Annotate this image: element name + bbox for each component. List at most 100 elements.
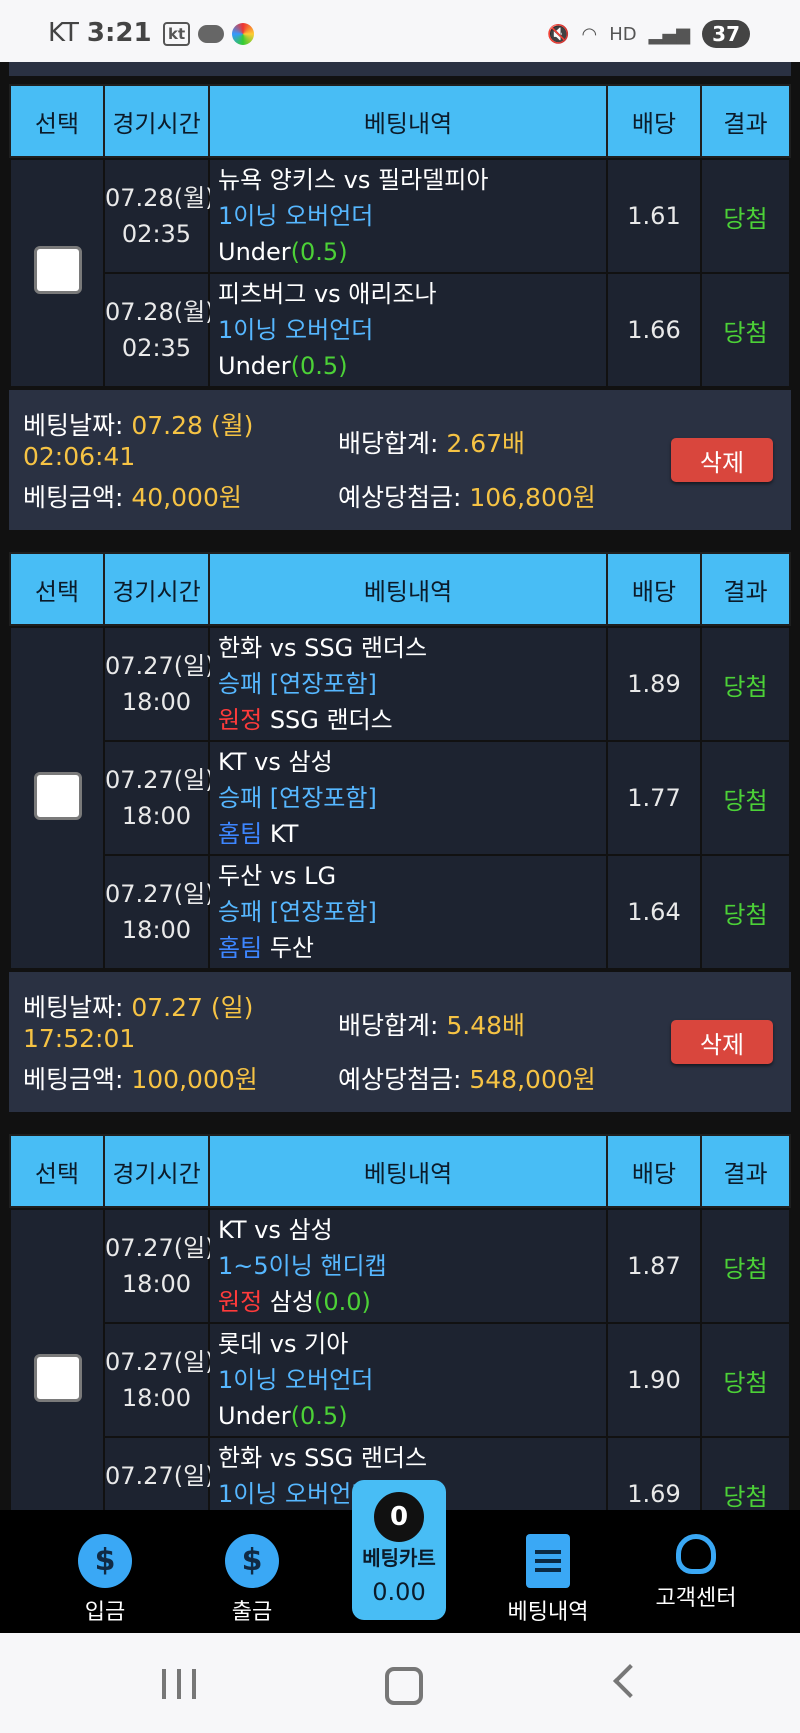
header-result: 결과 — [702, 1136, 789, 1206]
document-icon — [526, 1534, 570, 1588]
nav-support[interactable]: 고객센터 — [631, 1534, 761, 1612]
bet-detail: 뉴욕 양키스 vs 필라델피아 1이닝 오버언더 Under(0.5) — [210, 160, 606, 272]
delete-button[interactable]: 삭제 — [671, 438, 773, 482]
bet-slip-card: 선택 경기시간 베팅내역 배당 결과 07.27(일) 18:00 한화 vs S… — [9, 552, 791, 1132]
clock: 3:21 — [86, 18, 152, 48]
header-select: 선택 — [11, 554, 103, 624]
bet-amount: 베팅금액: 100,000원 — [23, 1065, 258, 1094]
market-name: 승패 [연장포함] — [218, 670, 377, 698]
notification-icons: kt — [163, 22, 255, 46]
header-odds: 배당 — [608, 554, 700, 624]
expected-winnings: 예상당첨금: 548,000원 — [338, 1065, 596, 1094]
total-odds: 배당합계: 5.48배 — [338, 1011, 526, 1040]
result-status: 당첨 — [702, 1324, 789, 1436]
game-time: 07.27(일) 18:00 — [105, 1210, 215, 1322]
coin-exchange-icon: $ — [225, 1534, 279, 1588]
result-status: 당첨 — [702, 1210, 789, 1322]
match-name: 한화 vs SSG 랜더스 — [218, 1444, 428, 1472]
bet-detail: 한화 vs SSG 랜더스 승패 [연장포함] 원정 SSG 랜더스 — [210, 628, 606, 740]
bet-time: 17:52:01 — [23, 1024, 136, 1053]
kt-app-icon: kt — [163, 22, 191, 46]
cart-value: 0.00 — [372, 1578, 426, 1606]
match-name: 한화 vs SSG 랜더스 — [218, 634, 428, 662]
status-bar: KT 3:21 kt 🔇 ◠ HD ▂▄▆ 37 — [0, 0, 800, 62]
chat-bubble-icon — [198, 25, 225, 43]
bet-slip-card: 선택 경기시간 베팅내역 배당 결과 07.28(월) 02:35 뉴욕 양키스 … — [9, 84, 791, 552]
odds-value: 1.87 — [608, 1210, 700, 1322]
table-header: 선택 경기시간 베팅내역 배당 결과 — [9, 1134, 791, 1208]
delete-button[interactable]: 삭제 — [671, 1020, 773, 1064]
result-status: 당첨 — [702, 274, 789, 386]
odds-value: 1.77 — [608, 742, 700, 854]
bet-history-list[interactable]: 선택 경기시간 베팅내역 배당 결과 07.28(월) 02:35 뉴욕 양키스 … — [0, 62, 800, 1510]
bet-detail: 두산 vs LG 승패 [연장포함] 홈팀 두산 — [210, 856, 606, 968]
cart-label: 베팅카트 — [362, 1546, 436, 1570]
game-time: 07.27(일) 18:00 — [105, 742, 215, 854]
game-time: 07.28(월) 02:35 — [105, 274, 215, 386]
result-status: 당첨 — [702, 160, 789, 272]
table-header: 선택 경기시간 베팅내역 배당 결과 — [9, 552, 791, 626]
bet-detail: 피츠버그 vs 애리조나 1이닝 오버언더 Under(0.5) — [210, 274, 606, 386]
table-row: 07.27(일) 18:00 KT vs 삼성 1~5이닝 핸디캡 원정 삼성(0… — [9, 1210, 791, 1322]
pick: Under(0.5) — [218, 1402, 348, 1430]
market-name: 1이닝 오버언더 — [218, 1366, 374, 1394]
header-bet-detail: 베팅내역 — [210, 554, 606, 624]
table-row: 07.27(일) 18:00 롯데 vs 기아 1이닝 오버언더 Under(0.… — [9, 1324, 791, 1436]
table-row: 07.27(일) 18:00 두산 vs LG 승패 [연장포함] 홈팀 두산 1… — [9, 856, 791, 968]
back-icon[interactable] — [613, 1664, 647, 1698]
battery-indicator: 37 — [702, 20, 750, 48]
odds-value: 1.89 — [608, 628, 700, 740]
match-name: KT vs 삼성 — [218, 748, 333, 776]
game-time: 07.28(월) 02:35 — [105, 160, 215, 272]
home-icon[interactable] — [385, 1667, 423, 1705]
odds-value: 1.90 — [608, 1324, 700, 1436]
market-name: 1이닝 오버언더 — [218, 202, 374, 230]
pick: 원정 삼성(0.0) — [218, 1288, 371, 1316]
signal-icon: ▂▄▆ — [648, 23, 691, 45]
match-name: 피츠버그 vs 애리조나 — [218, 280, 437, 308]
nav-bet-history[interactable]: 베팅내역 — [483, 1534, 613, 1626]
table-row: 07.27(일) 18:00 KT vs 삼성 승패 [연장포함] 홈팀 KT 1… — [9, 742, 791, 854]
cart-count-badge: 0 — [372, 1490, 426, 1544]
nav-history-label: 베팅내역 — [507, 1600, 589, 1625]
pick: Under(0.5) — [218, 238, 348, 266]
bet-slip-card: 선택 경기시간 베팅내역 배당 결과 07.27(일) 18:00 KT vs 삼… — [9, 1134, 791, 1510]
header-select: 선택 — [11, 1136, 103, 1206]
header-game-time: 경기시간 — [105, 554, 208, 624]
header-result: 결과 — [702, 86, 789, 156]
system-navigation-bar — [0, 1633, 800, 1733]
bet-date: 베팅날짜: 07.27 (일) — [23, 993, 254, 1022]
match-name: 뉴욕 양키스 vs 필라델피아 — [218, 166, 489, 194]
nav-withdraw[interactable]: $ 출금 — [187, 1534, 317, 1626]
market-name: 1이닝 오버언더 — [218, 316, 374, 344]
result-status: 당첨 — [702, 1438, 789, 1510]
game-time: 07.27(일) 18:00 — [105, 628, 215, 740]
nav-deposit[interactable]: $ 입금 — [40, 1534, 170, 1626]
table-row: 07.28(월) 02:35 뉴욕 양키스 vs 필라델피아 1이닝 오버언더 U… — [9, 160, 791, 272]
bet-detail: KT vs 삼성 승패 [연장포함] 홈팀 KT — [210, 742, 606, 854]
pick: 원정 SSG 랜더스 — [218, 706, 393, 734]
recent-apps-icon[interactable] — [162, 1669, 196, 1699]
total-odds: 배당합계: 2.67배 — [338, 429, 526, 458]
bet-summary: 베팅날짜: 07.28 (월) 02:06:41 베팅금액: 40,000원 배… — [9, 390, 791, 530]
match-name: 두산 vs LG — [218, 862, 337, 890]
map-pin-icon — [232, 23, 255, 45]
header-odds: 배당 — [608, 86, 700, 156]
bet-date: 베팅날짜: 07.28 (월) — [23, 411, 254, 440]
bet-time: 02:06:41 — [23, 442, 136, 471]
carrier-name: KT — [48, 18, 79, 48]
header-result: 결과 — [702, 554, 789, 624]
nav-deposit-label: 입금 — [84, 1600, 126, 1625]
market-name: 승패 [연장포함] — [218, 784, 377, 812]
game-time: 07.27(일) 18:00 — [105, 856, 215, 968]
odds-value: 1.64 — [608, 856, 700, 968]
previous-card-edge — [9, 62, 791, 76]
headset-icon — [676, 1534, 716, 1574]
bet-detail: KT vs 삼성 1~5이닝 핸디캡 원정 삼성(0.0) — [210, 1210, 606, 1322]
result-status: 당첨 — [702, 856, 789, 968]
bet-summary: 베팅날짜: 07.27 (일) 17:52:01 베팅금액: 100,000원 … — [9, 972, 791, 1112]
header-game-time: 경기시간 — [105, 86, 208, 156]
mute-icon: 🔇 — [547, 23, 570, 45]
match-name: KT vs 삼성 — [218, 1216, 333, 1244]
pick: 홈팀 두산 — [218, 934, 314, 962]
